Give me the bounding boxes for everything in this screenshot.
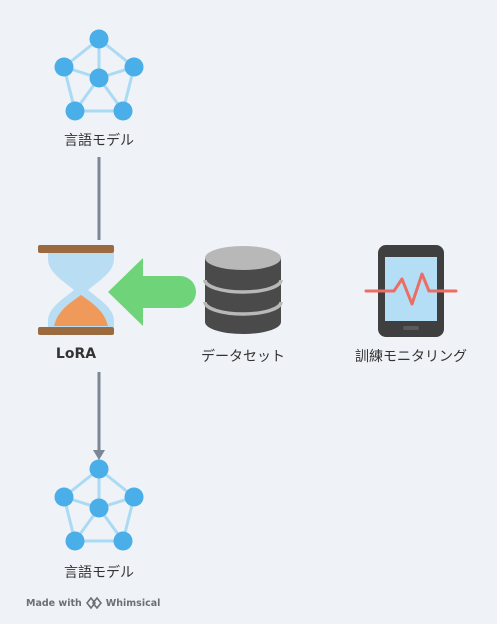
monitoring-label: 訓練モニタリング (355, 349, 467, 365)
green-arrow-icon (108, 258, 196, 326)
monitor-phone-icon (364, 245, 458, 337)
top-model-label: 言語モデル (64, 133, 134, 149)
made-with-text: Made with (26, 597, 82, 609)
network-icon-top (54, 29, 144, 121)
database-icon (203, 246, 283, 334)
network-icon-bottom (54, 459, 144, 551)
footer-credit[interactable]: Made with Whimsical (26, 596, 160, 610)
whimsical-logo-icon (85, 596, 102, 610)
whimsical-brand-text: Whimsical (105, 597, 161, 609)
bottom-model-label: 言語モデル (64, 565, 134, 581)
connector-arrowhead (93, 450, 105, 460)
hourglass-icon (38, 245, 114, 335)
diagram-canvas (38, 29, 458, 551)
dataset-label: データセット (201, 349, 285, 365)
lora-label: LoRA (55, 346, 97, 362)
